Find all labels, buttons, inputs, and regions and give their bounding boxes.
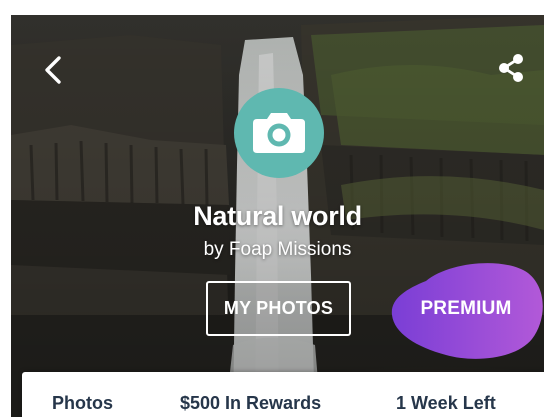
share-button[interactable] <box>495 51 527 85</box>
premium-button[interactable]: PREMIUM <box>388 259 544 363</box>
stat-time-left[interactable]: 1 Week Left <box>396 393 496 414</box>
mission-screen: Natural world by Foap Missions MY PHOTOS… <box>0 0 544 417</box>
chevron-left-icon <box>45 56 61 84</box>
camera-icon <box>253 113 305 153</box>
share-icon <box>499 54 523 82</box>
stat-rewards[interactable]: $500 In Rewards <box>180 393 321 414</box>
mission-title: Natural world <box>193 201 362 231</box>
back-button[interactable] <box>39 53 67 87</box>
mission-byline: by Foap Missions <box>203 239 352 260</box>
mission-stats-card: Photos $500 In Rewards 1 Week Left <box>22 372 544 417</box>
mission-badge <box>234 88 324 178</box>
stat-photos[interactable]: Photos <box>52 393 113 414</box>
my-photos-button[interactable]: MY PHOTOS <box>206 281 351 336</box>
hero-image: Natural world by Foap Missions MY PHOTOS… <box>11 15 544 417</box>
premium-label: PREMIUM <box>420 298 512 319</box>
